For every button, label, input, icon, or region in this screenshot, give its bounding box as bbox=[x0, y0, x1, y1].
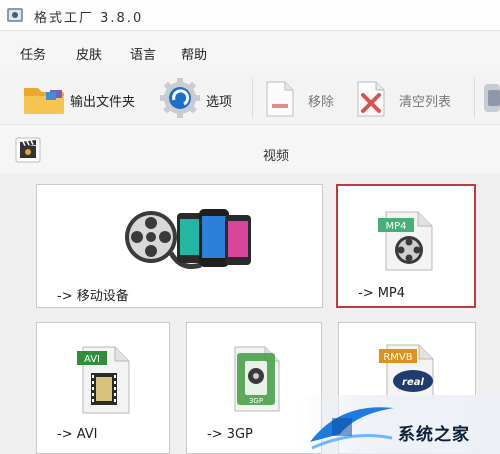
tile-mobile-device[interactable]: -> 移动设备 bbox=[36, 184, 323, 308]
menu-item-help[interactable]: 帮助 bbox=[181, 44, 207, 63]
title-bar: 格式工厂 3.8.0 bbox=[0, 0, 500, 31]
avi-badge: AVI bbox=[84, 354, 100, 365]
tile-avi-label: -> AVI bbox=[57, 427, 98, 442]
clear-list-button[interactable]: 清空列表 bbox=[355, 78, 470, 118]
gear-icon bbox=[160, 78, 200, 118]
menu-bar: 任务 皮肤 语言 帮助 bbox=[0, 31, 500, 71]
mobile-devices-icon bbox=[125, 209, 251, 269]
folder-icon bbox=[24, 88, 64, 114]
tile-mp4-label: -> MP4 bbox=[358, 286, 406, 301]
app-icon bbox=[7, 8, 23, 22]
window-title: 格式工厂 3.8.0 bbox=[34, 11, 144, 26]
avi-file-icon: AVI bbox=[77, 346, 130, 414]
partial-toolbar-icon[interactable] bbox=[482, 80, 500, 116]
mp4-file-icon: MP4 bbox=[378, 211, 433, 271]
remove-label: 移除 bbox=[308, 95, 335, 110]
3gp-badge: 3GP bbox=[249, 397, 263, 405]
toolbar: 输出文件夹 选项 移除 清空列表 bbox=[0, 72, 500, 125]
toolbar-separator bbox=[474, 78, 475, 118]
menu-item-task[interactable]: 任务 bbox=[20, 44, 46, 63]
remove-button[interactable]: 移除 bbox=[264, 78, 346, 118]
3gp-file-icon: 3GP bbox=[234, 346, 280, 412]
rmvb-file-icon: RMVB real bbox=[379, 344, 434, 399]
document-remove-icon bbox=[266, 81, 294, 117]
clear-list-label: 清空列表 bbox=[399, 95, 452, 110]
options-label: 选项 bbox=[206, 95, 233, 110]
category-title: 视频 bbox=[263, 149, 290, 164]
rmvb-sub: real bbox=[402, 377, 424, 388]
output-folder-button[interactable]: 输出文件夹 bbox=[22, 78, 162, 118]
watermark-text: 系统之家 bbox=[398, 425, 470, 445]
rmvb-badge: RMVB bbox=[383, 352, 412, 363]
clear-list-icon bbox=[357, 81, 385, 117]
options-button[interactable]: 选项 bbox=[160, 78, 250, 118]
tile-avi[interactable]: AVI -> AVI bbox=[36, 322, 170, 454]
tile-mobile-device-label: -> 移动设备 bbox=[57, 289, 129, 304]
tile-3gp-label: -> 3GP bbox=[207, 427, 253, 442]
watermark-logo-icon bbox=[310, 407, 394, 450]
video-category-icon[interactable] bbox=[15, 137, 41, 163]
menu-item-skin[interactable]: 皮肤 bbox=[76, 44, 102, 63]
menu-item-language[interactable]: 语言 bbox=[130, 44, 156, 63]
toolbar-separator bbox=[252, 78, 253, 118]
output-folder-label: 输出文件夹 bbox=[70, 95, 136, 110]
mp4-badge: MP4 bbox=[385, 221, 406, 232]
category-header: 视频 bbox=[0, 125, 500, 173]
tile-mp4[interactable]: MP4 -> MP4 bbox=[336, 184, 476, 308]
